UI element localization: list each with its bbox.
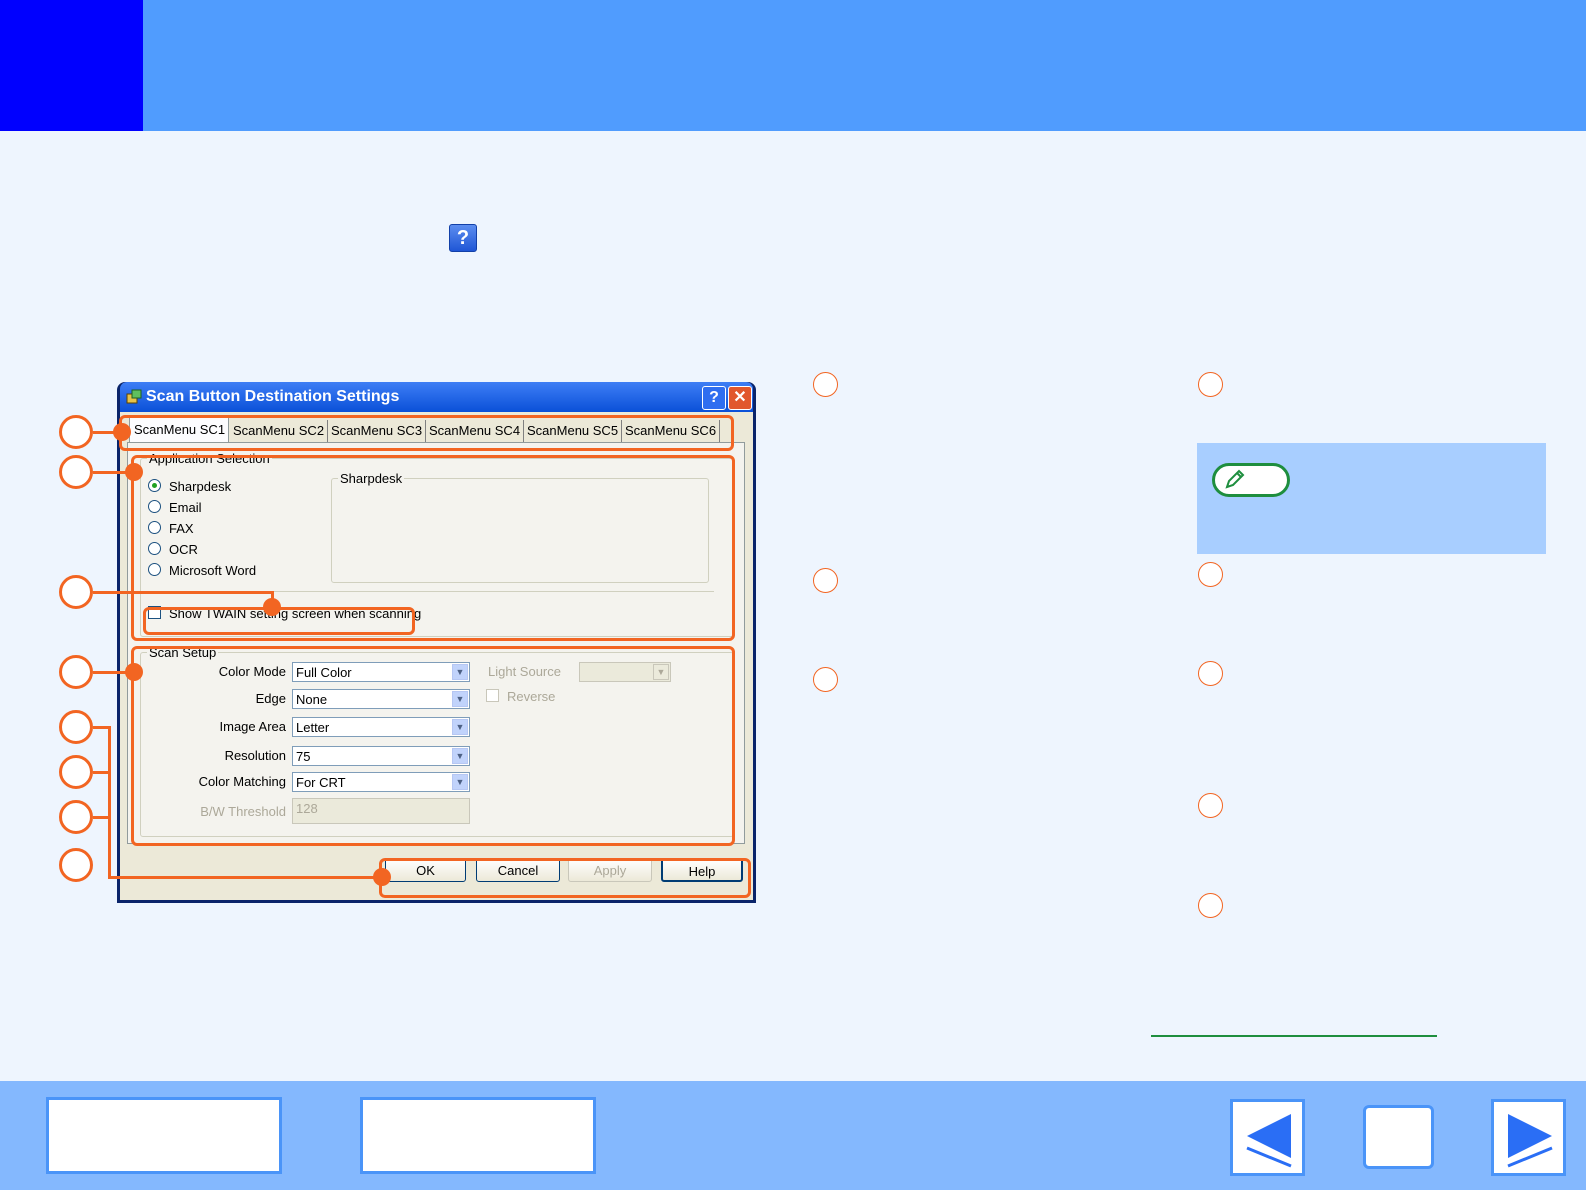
callout-line — [93, 591, 273, 594]
contents-nav-button[interactable] — [46, 1097, 282, 1174]
link-underline[interactable] — [1151, 1035, 1437, 1037]
callout-dot — [373, 868, 391, 886]
callout-dot — [125, 463, 143, 481]
next-page-button[interactable] — [1491, 1099, 1566, 1176]
marker-circle — [1198, 893, 1223, 918]
page-number-box — [1363, 1105, 1434, 1169]
note-box — [1197, 443, 1546, 554]
callout-circle-2 — [59, 455, 93, 489]
callout-circle-6 — [59, 755, 93, 789]
callout-circle-4 — [59, 655, 93, 689]
callout-box-buttons — [379, 858, 751, 898]
dialog-help-button[interactable]: ? — [702, 386, 726, 410]
marker-circle — [1198, 372, 1223, 397]
marker-circle — [813, 667, 838, 692]
marker-circle — [1198, 661, 1223, 686]
callout-box-scan-setup — [131, 646, 735, 846]
callout-dot — [263, 598, 281, 616]
note-badge — [1212, 463, 1290, 497]
dialog-close-button[interactable]: ✕ — [728, 386, 752, 410]
dialog-titlebar[interactable]: Scan Button Destination Settings ? ✕ — [120, 382, 753, 412]
callout-line — [108, 726, 111, 879]
callout-dot — [113, 423, 131, 441]
callout-line — [108, 876, 380, 879]
dialog-title: Scan Button Destination Settings — [146, 388, 400, 405]
pencil-icon — [1225, 469, 1245, 489]
callout-dot — [125, 663, 143, 681]
marker-circle — [813, 372, 838, 397]
callout-box-tabs — [119, 415, 734, 451]
forward-arrow-icon — [1507, 1114, 1553, 1168]
callout-circle-1 — [59, 415, 93, 449]
marker-circle — [1198, 562, 1223, 587]
index-nav-button[interactable] — [360, 1097, 596, 1174]
header-bar — [0, 0, 1586, 131]
callout-circle-8 — [59, 848, 93, 882]
marker-circle — [813, 568, 838, 593]
chapter-block — [0, 0, 143, 131]
marker-circle — [1198, 793, 1223, 818]
callout-circle-3 — [59, 575, 93, 609]
previous-page-button[interactable] — [1230, 1099, 1305, 1176]
callout-circle-7 — [59, 800, 93, 834]
callout-circle-5 — [59, 710, 93, 744]
back-arrow-icon — [1246, 1114, 1292, 1168]
help-icon: ? — [449, 224, 477, 252]
scan-settings-icon — [126, 389, 142, 404]
